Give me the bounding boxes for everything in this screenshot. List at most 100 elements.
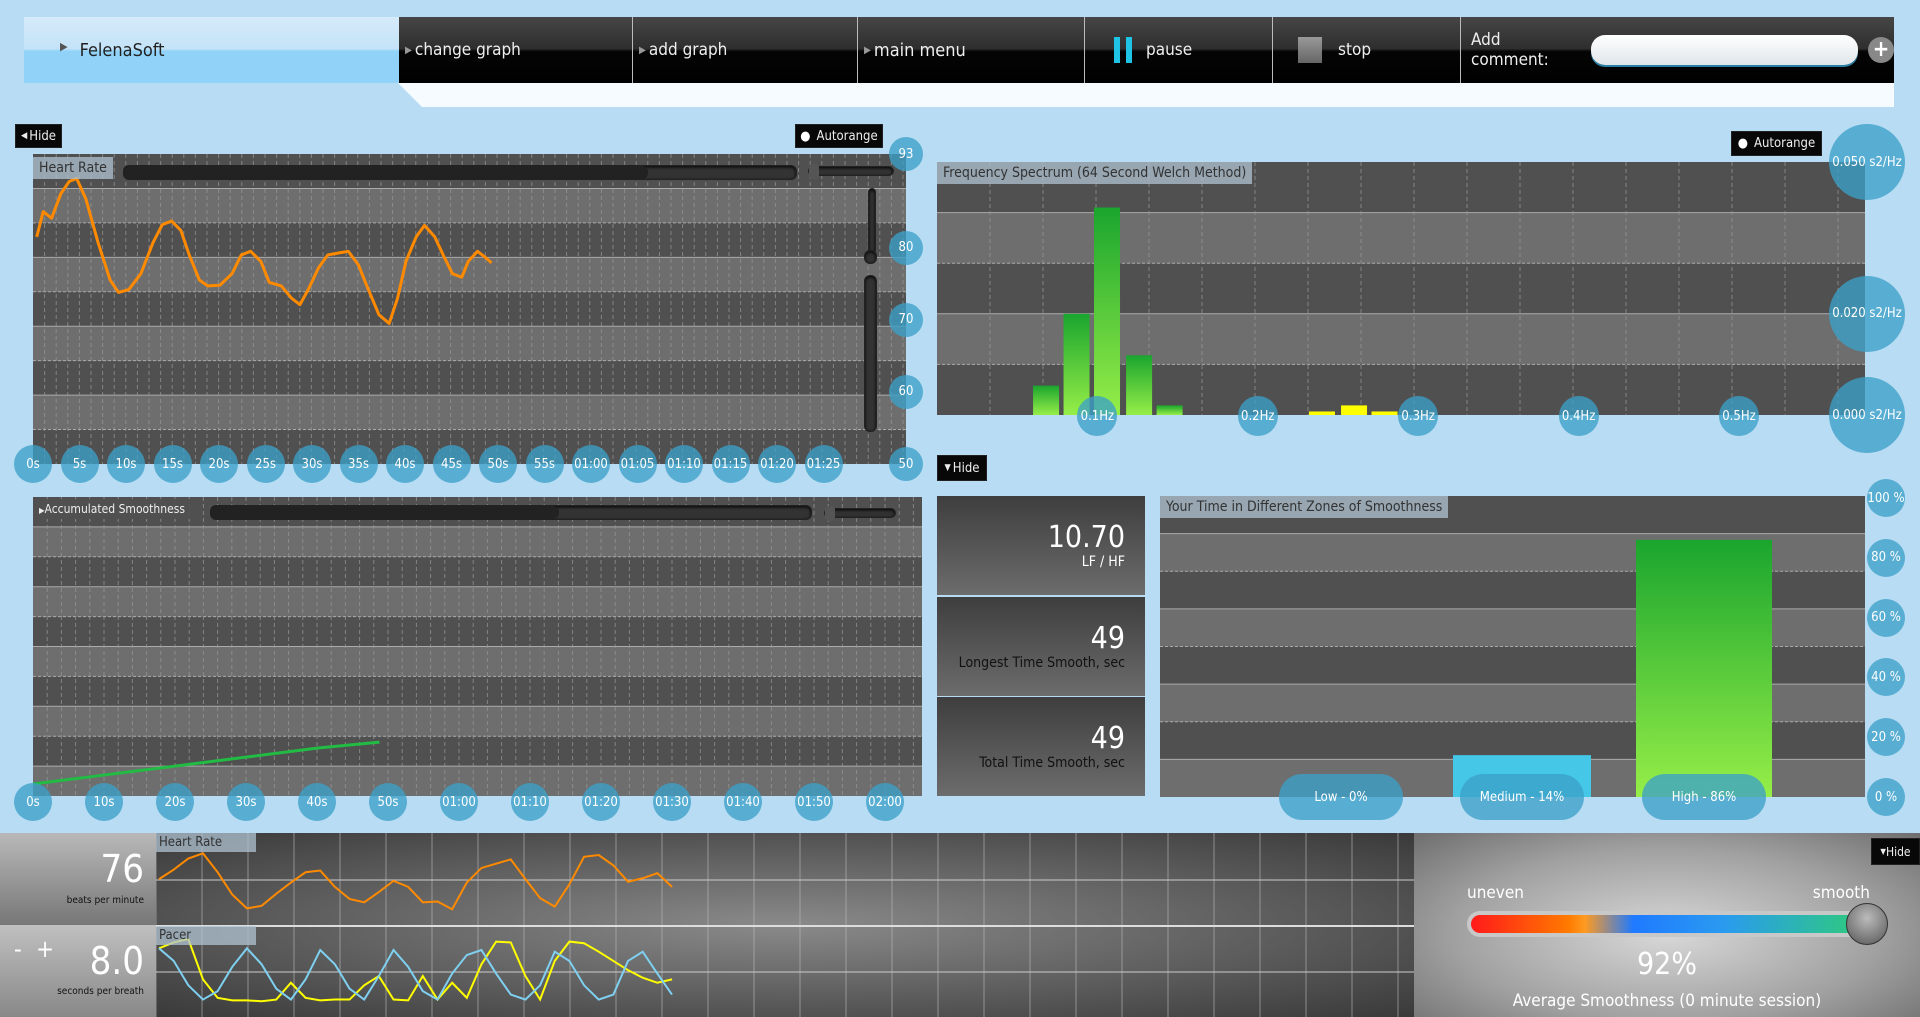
y-tick-label: 93	[889, 137, 923, 171]
y-tick-label: 100 %	[1867, 479, 1905, 517]
x-tick-label: 01:15	[711, 445, 750, 483]
x-tick-label: 45s	[432, 445, 471, 483]
x-tick-label: 01:20	[582, 783, 620, 821]
y-tick-label: 40 %	[1867, 658, 1905, 697]
heart-rate-unit: beats per minute	[66, 895, 144, 906]
horizontal-scrollbar[interactable]	[210, 505, 812, 520]
x-tick-label: 55s	[525, 445, 564, 483]
x-tick-label: 30s	[293, 445, 331, 483]
spectrum-bar	[1126, 355, 1153, 415]
x-tick-label: 01:00	[572, 445, 610, 483]
smoothness-meter	[1467, 911, 1881, 937]
zone-bar	[1636, 539, 1772, 797]
stat-label: Total Time Smooth, sec	[979, 755, 1125, 771]
spectrum-bar	[1371, 411, 1398, 415]
x-tick-label: 35s	[339, 445, 378, 483]
x-tick-label: 40s	[298, 783, 336, 821]
y-tick-label: 20 %	[1867, 718, 1905, 757]
x-tick-label: 50s	[369, 783, 407, 821]
grid-band	[33, 736, 922, 767]
pacer-decrease-button[interactable]: -	[14, 935, 22, 963]
smoothness-caption: Average Smoothness (0 minute session)	[1512, 991, 1822, 1011]
hide-button[interactable]: ▼ Hide	[1871, 838, 1920, 865]
grid-band	[33, 646, 922, 677]
live-traces-chart	[156, 833, 1414, 1017]
stat-total-smooth: 49 Total Time Smooth, sec	[937, 697, 1145, 796]
x-tick-label: 01:05	[618, 445, 657, 483]
stat-label: Longest Time Smooth, sec	[958, 655, 1125, 671]
smoothness-gradient	[1471, 915, 1877, 933]
triangle-down-icon: ▼	[944, 463, 951, 473]
heart-rate-value: 76	[100, 847, 145, 891]
chart-title: Heart Rate	[33, 157, 113, 179]
pacer-unit: seconds per breath	[57, 986, 144, 997]
smooth-label: smooth	[1812, 883, 1870, 903]
stat-value: 10.70	[1047, 520, 1125, 555]
pacer-increase-button[interactable]: +	[36, 935, 54, 963]
x-tick-label: 01:40	[724, 783, 762, 821]
x-tick-label: 50s	[479, 445, 517, 483]
spectrum-bar	[1094, 207, 1121, 415]
zoom-slider[interactable]	[824, 506, 896, 521]
y-tick-label: 60 %	[1867, 598, 1905, 637]
hide-label: Hide	[1885, 844, 1911, 859]
x-tick-label: 5s	[60, 445, 99, 483]
spectrum-bar	[1308, 411, 1335, 415]
y-tick-label: 50	[889, 447, 923, 481]
spectrum-bar	[1033, 385, 1060, 415]
chart-title: Your Time in Different Zones of Smoothne…	[1160, 496, 1449, 518]
grid-band	[33, 616, 922, 647]
horizontal-scrollbar[interactable]	[123, 165, 797, 180]
x-tick-label: 01:00	[440, 783, 478, 821]
y-tick-label: 70	[889, 302, 923, 337]
vertical-slider-handle[interactable]	[864, 250, 877, 264]
spectrum-bar	[1341, 405, 1368, 415]
stat-longest-smooth: 49 Longest Time Smooth, sec	[937, 597, 1145, 696]
zone-label: Low - 0%	[1279, 774, 1403, 820]
x-tick-label: 01:30	[653, 783, 691, 821]
smoothness-knob	[1845, 903, 1888, 945]
zoom-slider-handle[interactable]	[825, 506, 835, 521]
spectrum-bar	[1156, 405, 1183, 415]
grid-band	[937, 263, 1865, 314]
heart-rate-trace-title: Heart Rate	[156, 833, 256, 852]
y-tick-label: 80	[889, 230, 923, 265]
zoom-slider[interactable]	[808, 164, 894, 179]
uneven-label: uneven	[1467, 883, 1524, 903]
scroll-thumb[interactable]	[124, 166, 649, 179]
x-tick-label: 02:00	[866, 783, 904, 821]
x-tick-label: 0.4Hz	[1558, 396, 1599, 436]
grid-band	[33, 706, 922, 737]
grid-band	[33, 676, 922, 707]
y-tick-label: 60	[889, 374, 923, 409]
vertical-scrollbar[interactable]	[864, 275, 877, 432]
stat-value: 49	[1090, 621, 1125, 656]
zone-label: Medium - 14%	[1460, 774, 1584, 820]
y-tick-label: 0.000 s2/Hz	[1829, 377, 1905, 453]
x-tick-label: 30s	[227, 783, 265, 821]
x-tick-label: 01:10	[511, 783, 549, 821]
radio-icon: ●	[1737, 136, 1749, 151]
chart-title: Accumulated Smoothness	[44, 502, 185, 516]
x-tick-label: 01:50	[795, 783, 833, 821]
vertical-slider-top[interactable]	[868, 188, 876, 254]
autorange-button[interactable]: ● Autorange	[1731, 131, 1822, 156]
x-tick-label: 25s	[246, 445, 285, 483]
readout-panel: 76 beats per minute - + 8.0 seconds per …	[0, 833, 156, 1017]
x-tick-label: 0.5Hz	[1719, 396, 1759, 436]
zoom-slider-handle[interactable]	[809, 164, 819, 179]
x-tick-label: 01:10	[665, 445, 703, 483]
scroll-thumb[interactable]	[211, 506, 559, 519]
x-tick-label: 20s	[156, 783, 194, 821]
y-tick-label: 0.020 s2/Hz	[1829, 275, 1905, 352]
hide-button[interactable]: ▼ Hide	[937, 455, 987, 481]
chart-title: Frequency Spectrum (64 Second Welch Meth…	[937, 162, 1253, 184]
x-tick-label: 01:20	[758, 445, 796, 483]
y-tick-label: 0.050 s2/Hz	[1829, 124, 1905, 200]
stat-label: LF / HF	[1081, 554, 1125, 570]
grid-band	[33, 526, 922, 557]
x-tick-label: 20s	[200, 445, 238, 483]
autorange-label: Autorange	[1754, 136, 1816, 151]
stat-value: 49	[1090, 721, 1125, 756]
x-tick-label: 01:25	[804, 445, 843, 483]
